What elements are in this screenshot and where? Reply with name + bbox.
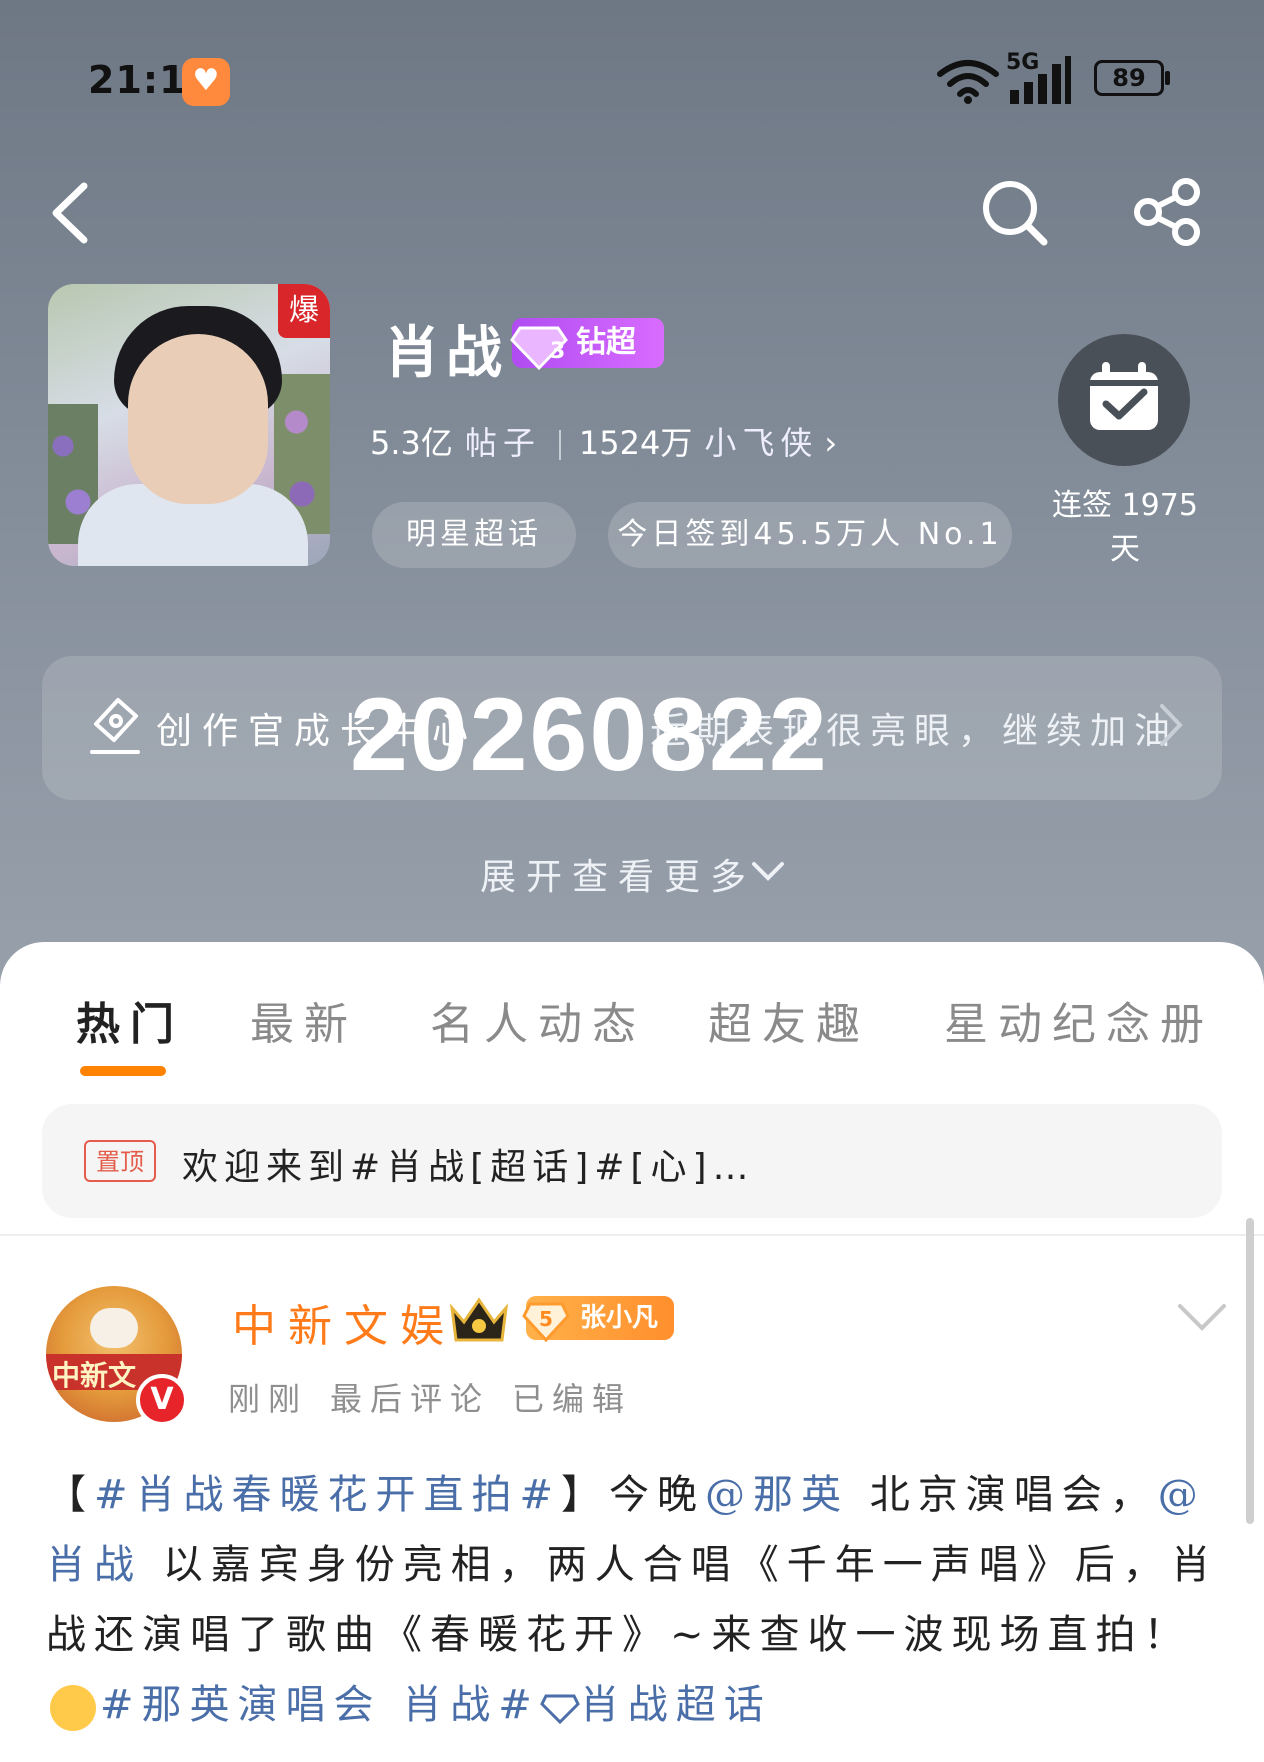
topic-stats[interactable]: 5.3亿 帖子 1524万 小飞侠 › (370, 418, 837, 464)
diamond-icon: 3 (510, 326, 568, 371)
crown-icon (449, 1297, 509, 1342)
checkin-streak-line1: 连签 1975 (1052, 488, 1198, 523)
chevron-right-icon: › (824, 424, 838, 462)
search-icon[interactable] (978, 176, 1050, 248)
scrollbar[interactable] (1246, 1218, 1254, 1524)
calendar-check-icon (1090, 362, 1158, 430)
share-icon[interactable] (1132, 176, 1204, 248)
post-text: 以嘉宾身份亮相，两人合唱《千年一声唱》后，肖战还演唱了歌曲《春暖花开》~来查收一… (46, 1542, 1219, 1658)
tab-celebrity-updates[interactable]: 名人动态 (430, 988, 646, 1052)
post-menu-chevron-icon[interactable] (1176, 1300, 1228, 1334)
checkin-button[interactable] (1058, 334, 1190, 466)
post-text: 今晚 (609, 1472, 706, 1518)
checkin-rank-pill[interactable]: 今日签到45.5万人 No.1 (608, 502, 1012, 568)
hashtag-link[interactable]: #那英演唱会 肖战# (100, 1682, 540, 1728)
checkin-streak: 连签 1975 天 (1040, 484, 1210, 572)
stats-divider (558, 430, 561, 460)
category-pill[interactable]: 明星超话 (372, 502, 576, 568)
fans-unit: 小飞侠 (704, 424, 819, 462)
flower-face-emoji-icon (50, 1685, 96, 1731)
pinned-text: 欢迎来到#肖战[超话]#[心]… (182, 1147, 755, 1188)
avatar-fish-illustration (90, 1308, 138, 1348)
fan-level-badge[interactable]: 5 张小凡 (522, 1296, 674, 1342)
supertopic-diamond-icon (539, 1694, 580, 1725)
tab-fan-fun[interactable]: 超友趣 (708, 988, 870, 1052)
verified-badge: V (136, 1374, 188, 1426)
fan-name: 张小凡 (580, 1303, 659, 1333)
level-badge[interactable]: 3 钻超 (510, 318, 664, 371)
hashtag-link[interactable]: #肖战春暖花开直拍# (94, 1472, 561, 1518)
avatar-face (128, 334, 268, 504)
posts-unit: 帖子 (464, 424, 541, 462)
tab-latest[interactable]: 最新 (250, 988, 358, 1052)
post-meta: 刚刚 最后评论 已编辑 (228, 1374, 654, 1420)
active-tab-indicator (80, 1066, 166, 1076)
app-notification-icon (182, 58, 230, 106)
post-body: 【#肖战春暖花开直拍#】今晚@那英 北京演唱会，@肖战 以嘉宾身份亮相，两人合唱… (46, 1460, 1226, 1740)
fan-level-number: 5 (539, 1307, 553, 1331)
checkin-streak-line2: 天 (1110, 532, 1140, 567)
hot-badge: 爆 (278, 284, 330, 338)
post-time: 刚刚 (228, 1380, 309, 1418)
fan-level-icon: 5 (522, 1302, 570, 1342)
bracket-open: 【 (46, 1472, 94, 1518)
tab-memorial-book[interactable]: 星动纪念册 (944, 988, 1214, 1052)
expand-more-button[interactable]: 展开查看更多 (480, 848, 756, 900)
avatar-text: 中新文 (52, 1359, 137, 1392)
post-edited: 已编辑 (512, 1380, 633, 1418)
chevron-down-icon (752, 862, 784, 881)
level-number: 3 (550, 339, 565, 364)
creator-pen-icon (90, 698, 140, 754)
section-divider (0, 1234, 1264, 1236)
fans-count: 1524万 (578, 424, 693, 462)
supertopic-link[interactable]: 肖战超话 (580, 1682, 772, 1728)
post-author-name[interactable]: 中新文娱 (232, 1290, 456, 1354)
date-watermark: 20260822 (350, 677, 829, 793)
tab-hot[interactable]: 热门 (76, 988, 184, 1052)
posts-count: 5.3亿 (370, 424, 453, 462)
mention-link[interactable]: @那英 (705, 1472, 849, 1518)
battery-level: 89 (1112, 64, 1146, 92)
signal-strength-icon (1010, 56, 1071, 104)
back-arrow-icon[interactable] (44, 178, 104, 248)
battery-icon: 89 (1094, 60, 1170, 96)
chevron-right-icon (1160, 704, 1183, 746)
post-text: 北京演唱会， (849, 1472, 1158, 1518)
wifi-icon (937, 60, 999, 104)
bracket-close: 】 (561, 1472, 610, 1518)
pinned-tag: 置顶 (84, 1140, 156, 1182)
level-badge-label: 钻超 (576, 325, 636, 360)
post-last-comment: 最后评论 (330, 1380, 491, 1418)
topic-name: 肖战 (384, 320, 508, 386)
